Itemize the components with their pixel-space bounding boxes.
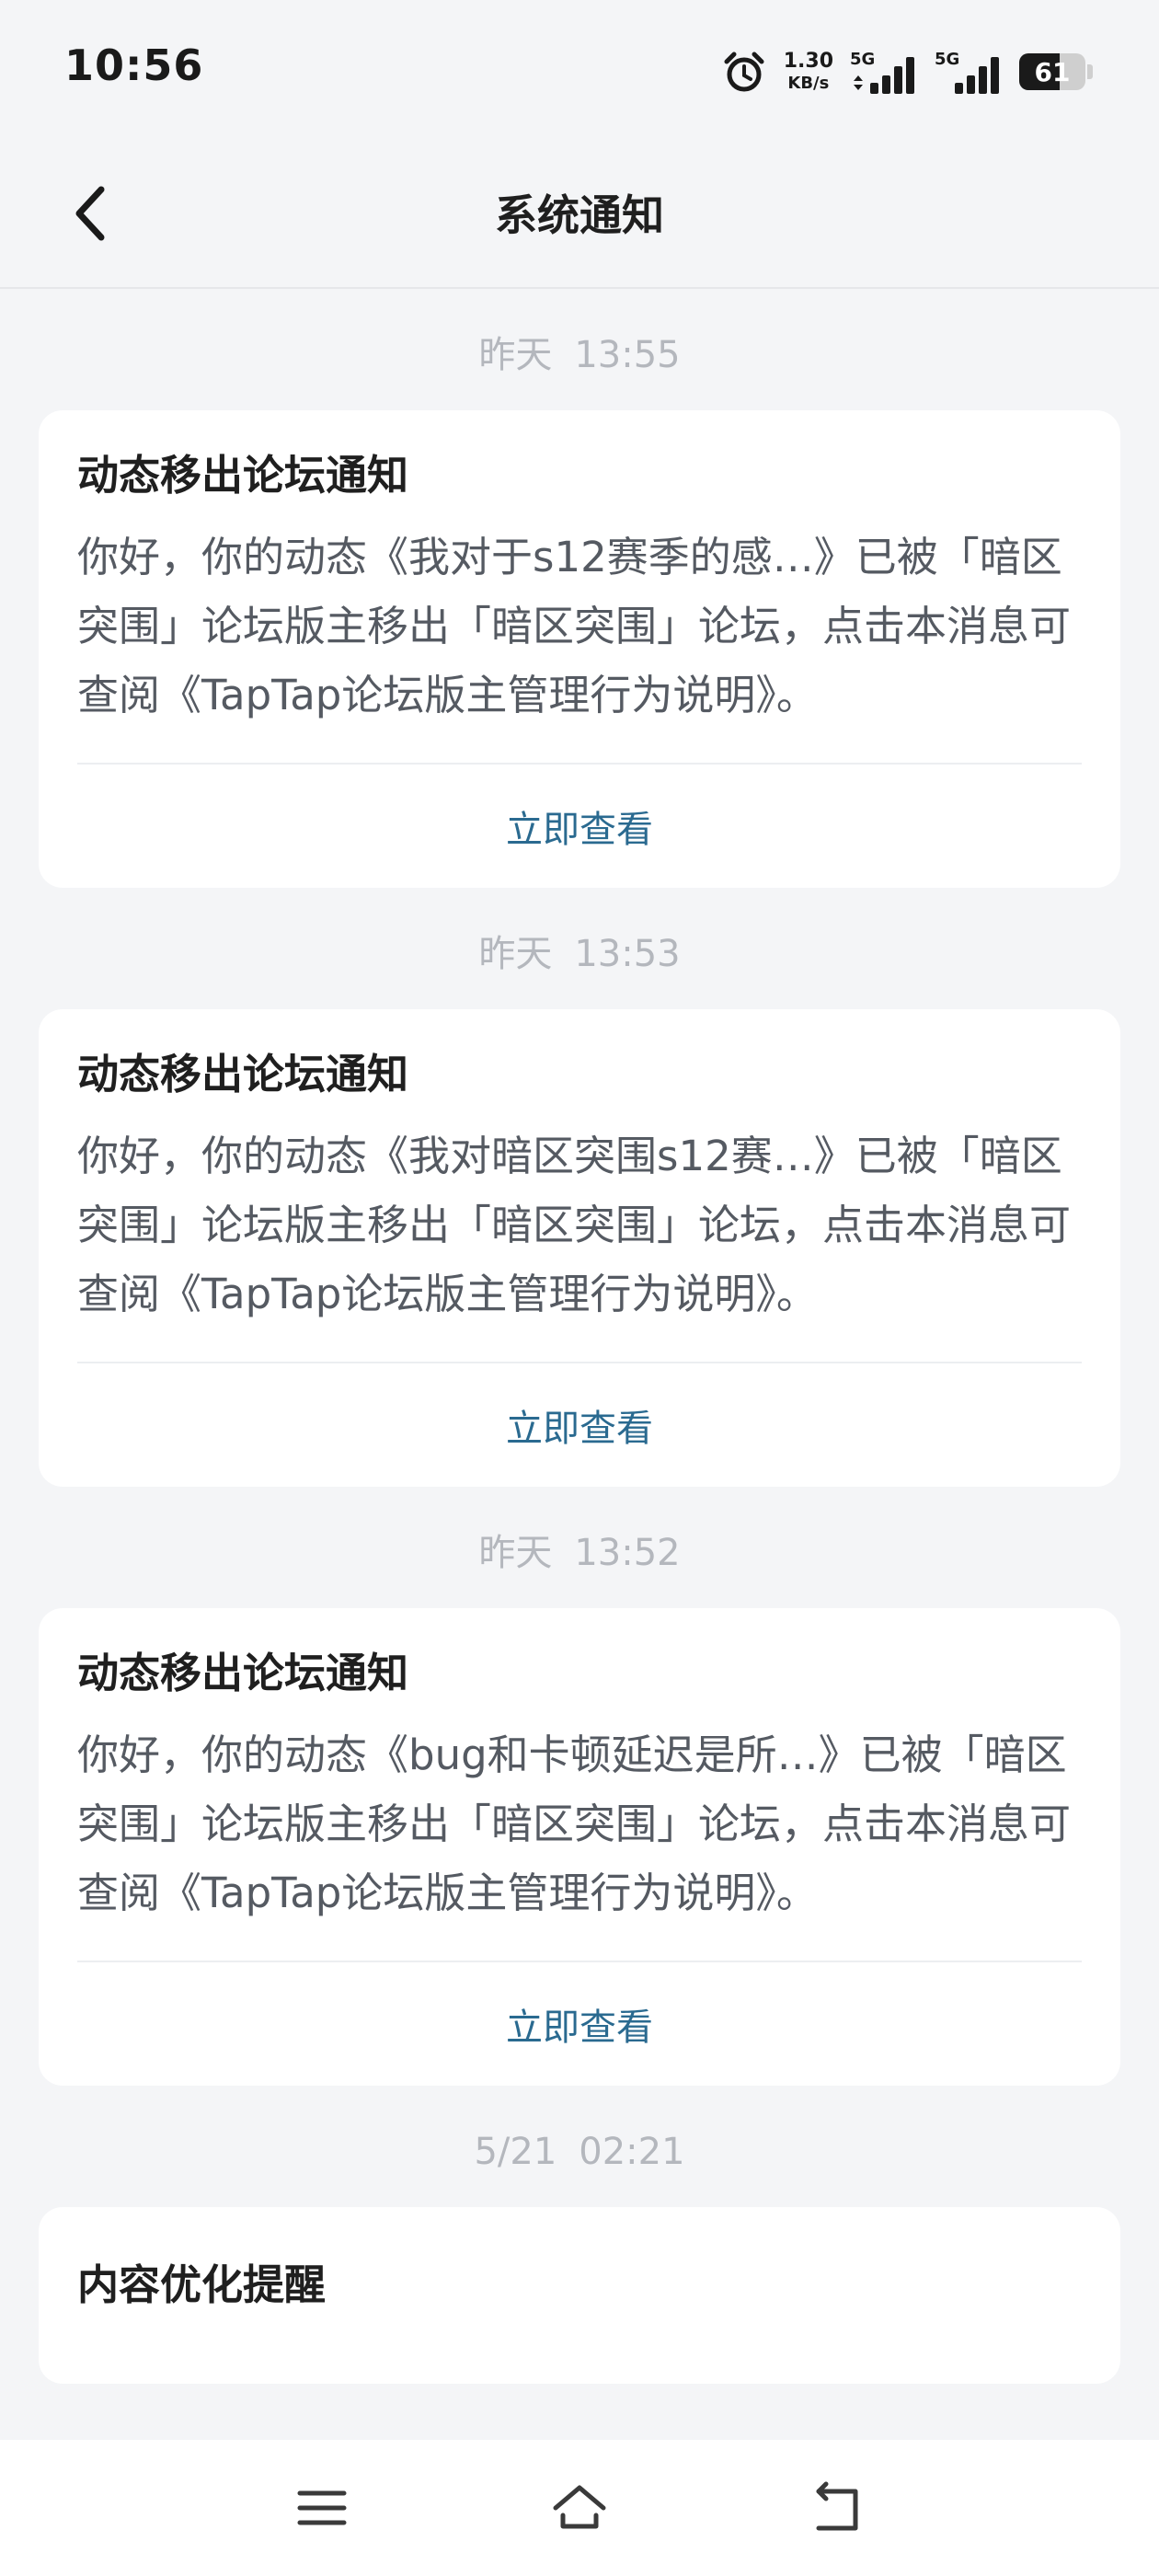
notification-time: 昨天 13:53 [0, 936, 1159, 972]
back-nav-button[interactable] [791, 2462, 883, 2554]
view-now-button[interactable]: 立即查看 [77, 1363, 1082, 1487]
notification-body: 你好，你的动态《我对于s12赛季的感…》已被「暗区突围」论坛版主移出「暗区突围」… [77, 523, 1082, 765]
alarm-clock-icon [721, 49, 767, 95]
view-now-button[interactable]: 立即查看 [77, 765, 1082, 888]
notification-feed: 昨天 13:55 动态移出论坛通知 你好，你的动态《我对于s12赛季的感…》已被「… [0, 289, 1159, 2384]
screen: 10:56 1.30 KB/s 5G 5G 61 系统通知 昨天 13:55 动… [0, 0, 1159, 2576]
battery-tip [1087, 64, 1093, 79]
network-speed-value: 1.30 [783, 50, 833, 73]
menu-icon [297, 2490, 347, 2525]
notification-title: 动态移出论坛通知 [77, 1050, 409, 1098]
status-bar: 10:56 1.30 KB/s 5G 5G 61 [0, 0, 1159, 138]
notification-date: 5/21 [474, 2131, 557, 2173]
notification-card[interactable]: 动态移出论坛通知 你好，你的动态《bug和卡顿延迟是所…》已被「暗区突围」论坛版… [39, 1608, 1120, 2086]
signal-1: 5G [850, 50, 918, 94]
notification-clock: 13:52 [574, 1532, 681, 1574]
system-nav-bar [0, 2440, 1159, 2576]
signal-1-icon [854, 57, 914, 94]
chevron-left-icon [75, 186, 105, 241]
notification-card[interactable]: 动态移出论坛通知 你好，你的动态《我对于s12赛季的感…》已被「暗区突围」论坛版… [39, 410, 1120, 888]
return-icon [816, 2481, 858, 2531]
signal-2-icon [955, 57, 999, 94]
notification-date: 昨天 [478, 1532, 553, 1574]
header: 系统通知 [0, 138, 1159, 289]
back-button[interactable] [55, 177, 129, 250]
network-speed-unit: KB/s [787, 74, 830, 93]
home-button[interactable] [534, 2462, 625, 2554]
notification-date: 昨天 [478, 933, 553, 975]
notification-clock: 13:55 [574, 334, 681, 376]
notification-card[interactable]: 内容优化提醒 [39, 2207, 1120, 2384]
notification-time: 5/21 02:21 [0, 2133, 1159, 2170]
notification-title: 内容优化提醒 [77, 2260, 327, 2309]
notification-body: 你好，你的动态《我对暗区突围s12赛…》已被「暗区突围」论坛版主移出「暗区突围」… [77, 1121, 1082, 1363]
notification-body: 你好，你的动态《bug和卡顿延迟是所…》已被「暗区突围」论坛版主移出「暗区突围」… [77, 1720, 1082, 1962]
battery-level: 61 [1034, 56, 1071, 87]
home-icon [553, 2485, 606, 2529]
network-speed: 1.30 KB/s [784, 52, 833, 92]
signal-2: 5G [935, 50, 1003, 94]
status-icons: 1.30 KB/s 5G 5G 61 [721, 46, 1093, 98]
notification-date: 昨天 [478, 334, 553, 376]
notification-title: 动态移出论坛通知 [77, 1649, 409, 1697]
notification-title: 动态移出论坛通知 [77, 451, 409, 500]
menu-button[interactable] [276, 2462, 368, 2554]
view-now-button[interactable]: 立即查看 [77, 1962, 1082, 2086]
notification-time: 昨天 13:55 [0, 337, 1159, 374]
notification-clock: 13:53 [574, 933, 681, 975]
notification-card[interactable]: 动态移出论坛通知 你好，你的动态《我对暗区突围s12赛…》已被「暗区突围」论坛版… [39, 1009, 1120, 1487]
battery-icon: 61 [1019, 53, 1085, 90]
status-time: 10:56 [64, 40, 204, 90]
notification-time: 昨天 13:52 [0, 1535, 1159, 1571]
notification-clock: 02:21 [579, 2131, 685, 2173]
page-title: 系统通知 [495, 190, 664, 240]
